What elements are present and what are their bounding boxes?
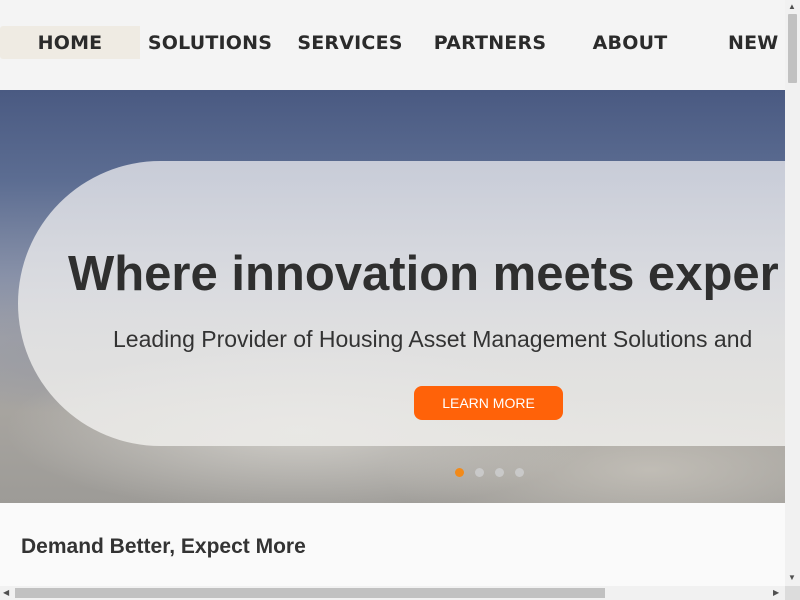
main-navigation: HOME SOLUTIONS SERVICES PARTNERS ABOUT N… bbox=[0, 0, 785, 90]
horizontal-scroll-thumb[interactable] bbox=[15, 588, 605, 598]
scroll-left-icon[interactable]: ◀ bbox=[3, 589, 9, 597]
scroll-up-icon[interactable]: ▲ bbox=[788, 3, 796, 11]
hero-subtitle: Leading Provider of Housing Asset Manage… bbox=[113, 326, 753, 352]
nav-item-about[interactable]: ABOUT bbox=[560, 26, 700, 59]
section-heading: Demand Better, Expect More bbox=[21, 535, 306, 558]
hero-slider: Where innovation meets exper Leading Pro… bbox=[0, 90, 785, 503]
nav-item-solutions[interactable]: SOLUTIONS bbox=[140, 26, 280, 59]
slide-dot-1[interactable] bbox=[455, 468, 464, 477]
nav-item-home[interactable]: HOME bbox=[0, 26, 140, 59]
hero-title: Where innovation meets exper bbox=[68, 247, 779, 301]
scroll-right-icon[interactable]: ▶ bbox=[773, 589, 779, 597]
slide-dot-4[interactable] bbox=[515, 468, 524, 477]
slide-dot-3[interactable] bbox=[495, 468, 504, 477]
slide-dot-2[interactable] bbox=[475, 468, 484, 477]
hero-text-panel bbox=[18, 161, 785, 446]
nav-item-news[interactable]: NEW bbox=[728, 26, 778, 59]
horizontal-scrollbar[interactable]: ◀ ▶ bbox=[0, 586, 785, 600]
learn-more-button[interactable]: LEARN MORE bbox=[414, 386, 563, 420]
scrollbar-corner bbox=[785, 586, 800, 600]
nav-item-partners[interactable]: PARTNERS bbox=[420, 26, 560, 59]
vertical-scroll-thumb[interactable] bbox=[788, 14, 797, 83]
slider-pagination bbox=[455, 468, 524, 477]
nav-item-services[interactable]: SERVICES bbox=[280, 26, 420, 59]
scroll-down-icon[interactable]: ▼ bbox=[788, 574, 796, 582]
vertical-scrollbar[interactable]: ▲ ▼ bbox=[785, 0, 800, 586]
